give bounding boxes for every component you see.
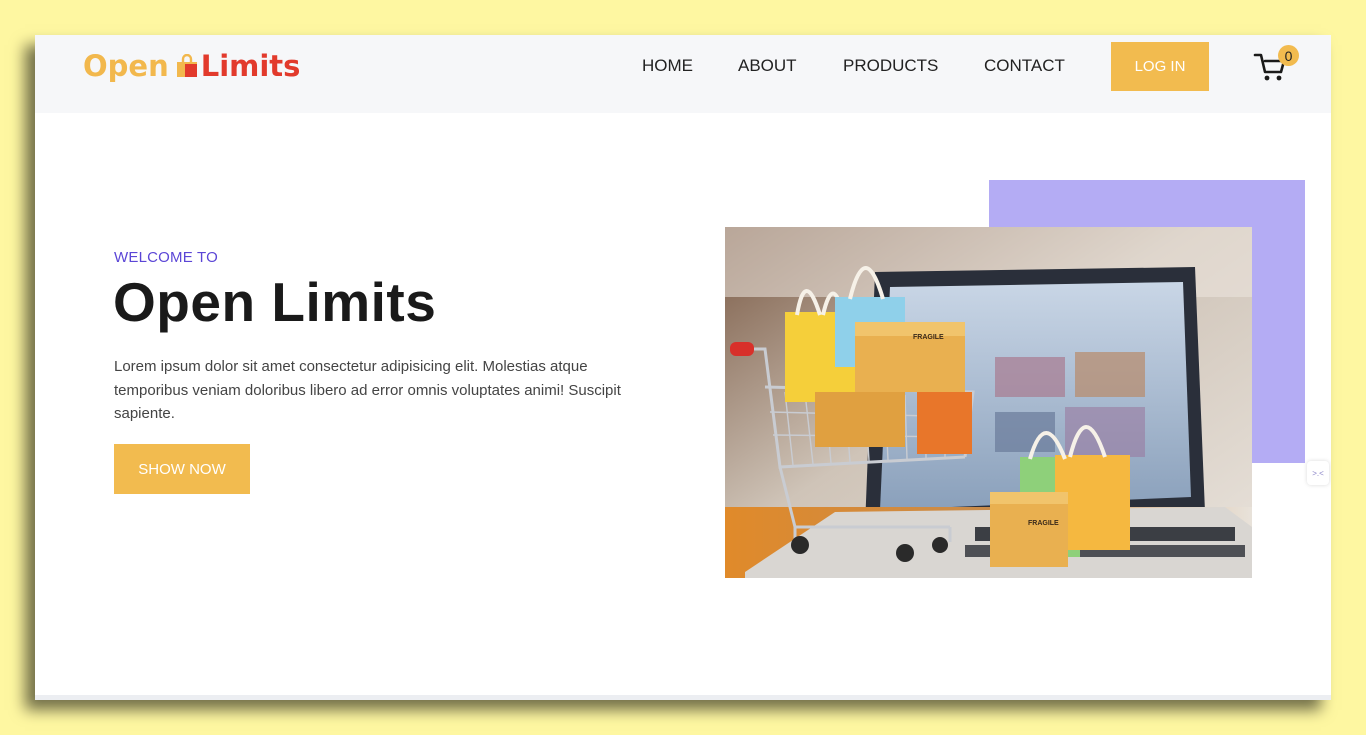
hero-title: Open Limits [113, 271, 437, 333]
brand-open: Open [83, 49, 169, 83]
cart-count-badge: 0 [1278, 45, 1299, 66]
hero-description: Lorem ipsum dolor sit amet consectetur a… [114, 358, 621, 422]
fragile-label: FRAGILE [913, 334, 944, 341]
frame-bottom-bar [35, 695, 1331, 700]
shopping-cart-bags-illustration: FRAGILE FRAGILE [725, 227, 1252, 578]
shopping-bag-icon [176, 54, 197, 77]
nav-about[interactable]: ABOUT [738, 56, 797, 78]
login-button[interactable]: LOG IN [1111, 42, 1209, 91]
brand-limits: Limits [200, 49, 301, 83]
fragile-label-2: FRAGILE [1028, 520, 1059, 527]
page-frame: Open Limits HOME ABOUT PRODUCTS CONTACT … [35, 35, 1331, 700]
nav-home[interactable]: HOME [642, 56, 693, 78]
brand-logo[interactable]: Open Limits [83, 46, 300, 86]
site-header: Open Limits HOME ABOUT PRODUCTS CONTACT … [35, 35, 1331, 113]
cart-button[interactable]: 0 [1253, 45, 1299, 85]
nav-products[interactable]: PRODUCTS [843, 56, 938, 78]
show-now-button[interactable]: SHOW NOW [114, 444, 250, 494]
side-widget-button[interactable]: >.< [1307, 461, 1329, 485]
hero-image: FRAGILE FRAGILE [725, 227, 1252, 578]
nav-contact[interactable]: CONTACT [984, 56, 1065, 78]
hero-eyebrow: WELCOME TO [114, 249, 218, 266]
